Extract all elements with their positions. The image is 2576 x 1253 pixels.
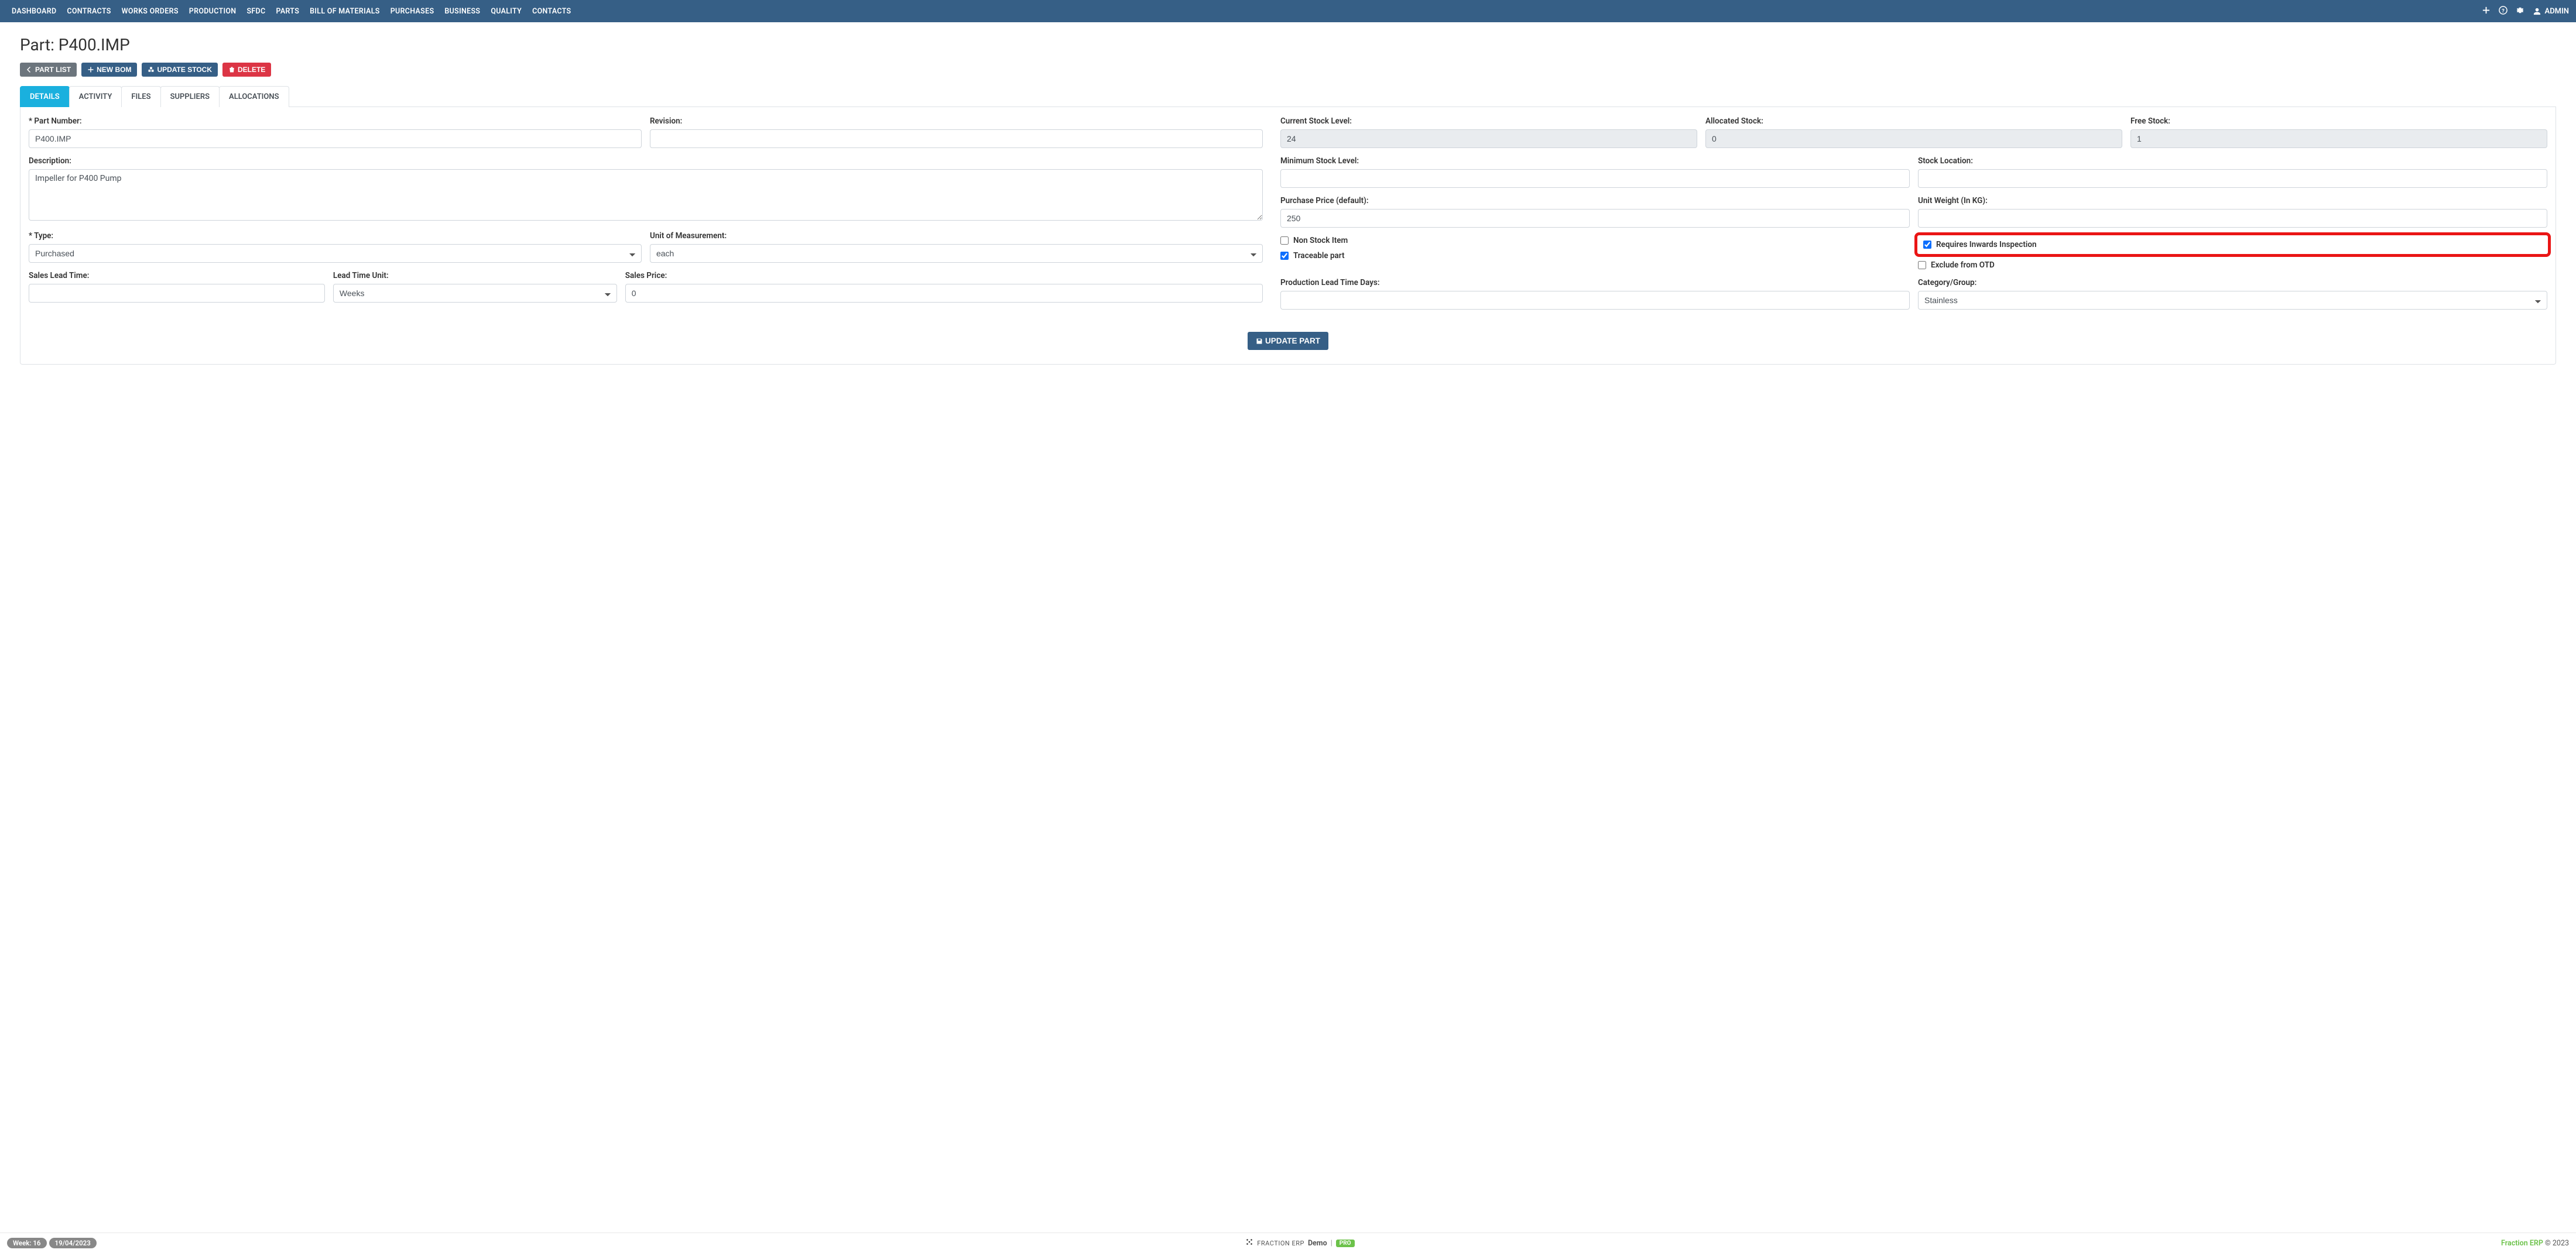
non-stock-checkbox[interactable] — [1280, 236, 1289, 245]
description-input[interactable]: Impeller for P400 Pump — [29, 169, 1263, 221]
unit-weight-label: Unit Weight (In KG): — [1918, 196, 2547, 205]
nav-left: DASHBOARD CONTRACTS WORKS ORDERS PRODUCT… — [7, 1, 2482, 22]
requires-inspection-label: Requires Inwards Inspection — [1936, 240, 2037, 249]
footer: Week: 16 19/04/2023 FRACTION ERP Demo | … — [0, 1233, 2576, 1253]
nav-parts[interactable]: PARTS — [271, 1, 304, 22]
user-icon — [2533, 7, 2541, 16]
tabs: DETAILS ACTIVITY FILES SUPPLIERS ALLOCAT… — [20, 86, 2556, 107]
delete-button[interactable]: DELETE — [222, 63, 271, 77]
gear-icon[interactable] — [2516, 6, 2524, 17]
footer-pro-badge: PRO — [1336, 1240, 1355, 1247]
nav-contacts[interactable]: CONTACTS — [527, 1, 576, 22]
week-pill: Week: 16 — [7, 1238, 47, 1248]
traceable-label: Traceable part — [1293, 251, 1345, 260]
nav-quality[interactable]: QUALITY — [486, 1, 526, 22]
type-label: * Type: — [29, 231, 642, 241]
current-stock-input — [1280, 129, 1697, 148]
tab-files[interactable]: FILES — [121, 86, 160, 107]
details-panel: * Part Number: Revision: Description: Im… — [20, 107, 2556, 365]
nav-works-orders[interactable]: WORKS ORDERS — [117, 1, 183, 22]
traceable-checkbox[interactable] — [1280, 252, 1289, 260]
purchase-price-input[interactable] — [1280, 209, 1910, 228]
nav-dashboard[interactable]: DASHBOARD — [7, 1, 61, 22]
tab-suppliers[interactable]: SUPPLIERS — [160, 86, 220, 107]
exclude-otd-label: Exclude from OTD — [1931, 260, 1995, 270]
footer-right: Fraction ERP © 2023 — [2501, 1239, 2569, 1248]
revision-input[interactable] — [650, 129, 1263, 148]
date-pill: 19/04/2023 — [49, 1238, 97, 1248]
free-stock-label: Free Stock: — [2130, 116, 2547, 126]
part-number-input[interactable] — [29, 129, 642, 148]
footer-demo: Demo — [1308, 1239, 1327, 1248]
new-bom-button[interactable]: NEW BOM — [81, 63, 137, 77]
part-number-label: * Part Number: — [29, 116, 642, 126]
non-stock-label: Non Stock Item — [1293, 236, 1348, 245]
page-title: Part: P400.IMP — [20, 35, 2556, 54]
footer-logo-icon — [1245, 1238, 1253, 1248]
footer-center: FRACTION ERP Demo | PRO — [99, 1238, 2501, 1248]
uom-label: Unit of Measurement: — [650, 231, 1263, 241]
unit-weight-input[interactable] — [1918, 209, 2547, 228]
prod-lead-label: Production Lead Time Days: — [1280, 278, 1910, 287]
part-list-button[interactable]: PART LIST — [20, 63, 77, 77]
min-stock-input[interactable] — [1280, 169, 1910, 188]
footer-brand-link[interactable]: Fraction ERP — [2501, 1239, 2543, 1248]
revision-label: Revision: — [650, 116, 1263, 126]
stock-location-input[interactable] — [1918, 169, 2547, 188]
right-column: Current Stock Level: Allocated Stock: Fr… — [1280, 116, 2547, 318]
allocated-stock-input — [1705, 129, 2122, 148]
sales-price-input[interactable] — [625, 284, 1263, 303]
exclude-otd-checkbox[interactable] — [1918, 261, 1926, 269]
lead-time-unit-label: Lead Time Unit: — [333, 271, 617, 280]
action-row: PART LIST NEW BOM UPDATE STOCK DELETE — [20, 63, 2556, 77]
nav-contracts[interactable]: CONTRACTS — [62, 1, 115, 22]
nav-sfdc[interactable]: SFDC — [242, 1, 270, 22]
trash-icon — [228, 66, 235, 73]
sales-price-label: Sales Price: — [625, 271, 1263, 280]
update-stock-button[interactable]: UPDATE STOCK — [142, 63, 218, 77]
sales-lead-time-label: Sales Lead Time: — [29, 271, 325, 280]
chevron-left-icon — [26, 66, 33, 73]
nav-bom[interactable]: BILL OF MATERIALS — [305, 1, 385, 22]
inspection-highlight: Requires Inwards Inspection — [1914, 232, 2551, 257]
min-stock-label: Minimum Stock Level: — [1280, 156, 1910, 166]
purchase-price-label: Purchase Price (default): — [1280, 196, 1910, 205]
category-select[interactable]: Stainless — [1918, 291, 2547, 310]
prod-lead-input[interactable] — [1280, 291, 1910, 310]
tab-details[interactable]: DETAILS — [20, 86, 70, 107]
lead-time-unit-select[interactable]: Weeks — [333, 284, 617, 303]
nav-production[interactable]: PRODUCTION — [184, 1, 241, 22]
tab-activity[interactable]: ACTIVITY — [69, 86, 122, 107]
category-label: Category/Group: — [1918, 278, 2547, 287]
nav-business[interactable]: BUSINESS — [440, 1, 485, 22]
help-icon[interactable]: ? — [2499, 6, 2508, 17]
admin-menu[interactable]: ADMIN — [2533, 7, 2569, 16]
plus-icon[interactable] — [2482, 6, 2491, 17]
description-label: Description: — [29, 156, 1263, 166]
top-nav: DASHBOARD CONTRACTS WORKS ORDERS PRODUCT… — [0, 0, 2576, 22]
update-part-button[interactable]: UPDATE PART — [1248, 332, 1328, 350]
stock-location-label: Stock Location: — [1918, 156, 2547, 166]
left-column: * Part Number: Revision: Description: Im… — [29, 116, 1263, 318]
boxes-icon — [148, 66, 155, 73]
uom-select[interactable]: each — [650, 244, 1263, 263]
main-container: Part: P400.IMP PART LIST NEW BOM UPDATE … — [0, 22, 2576, 370]
svg-text:?: ? — [2502, 8, 2505, 14]
free-stock-input — [2130, 129, 2547, 148]
nav-purchases[interactable]: PURCHASES — [386, 1, 439, 22]
requires-inspection-checkbox[interactable] — [1923, 241, 1931, 249]
sales-lead-time-input[interactable] — [29, 284, 325, 303]
admin-label: ADMIN — [2545, 7, 2569, 16]
plus-icon — [87, 66, 94, 73]
allocated-stock-label: Allocated Stock: — [1705, 116, 2122, 126]
footer-brand-upper: FRACTION ERP — [1257, 1240, 1304, 1247]
tab-allocations[interactable]: ALLOCATIONS — [219, 86, 289, 107]
footer-copyright: © 2023 — [2545, 1239, 2569, 1248]
nav-right: ? ADMIN — [2482, 6, 2569, 17]
type-select[interactable]: Purchased — [29, 244, 642, 263]
current-stock-label: Current Stock Level: — [1280, 116, 1697, 126]
save-icon — [1256, 338, 1263, 345]
